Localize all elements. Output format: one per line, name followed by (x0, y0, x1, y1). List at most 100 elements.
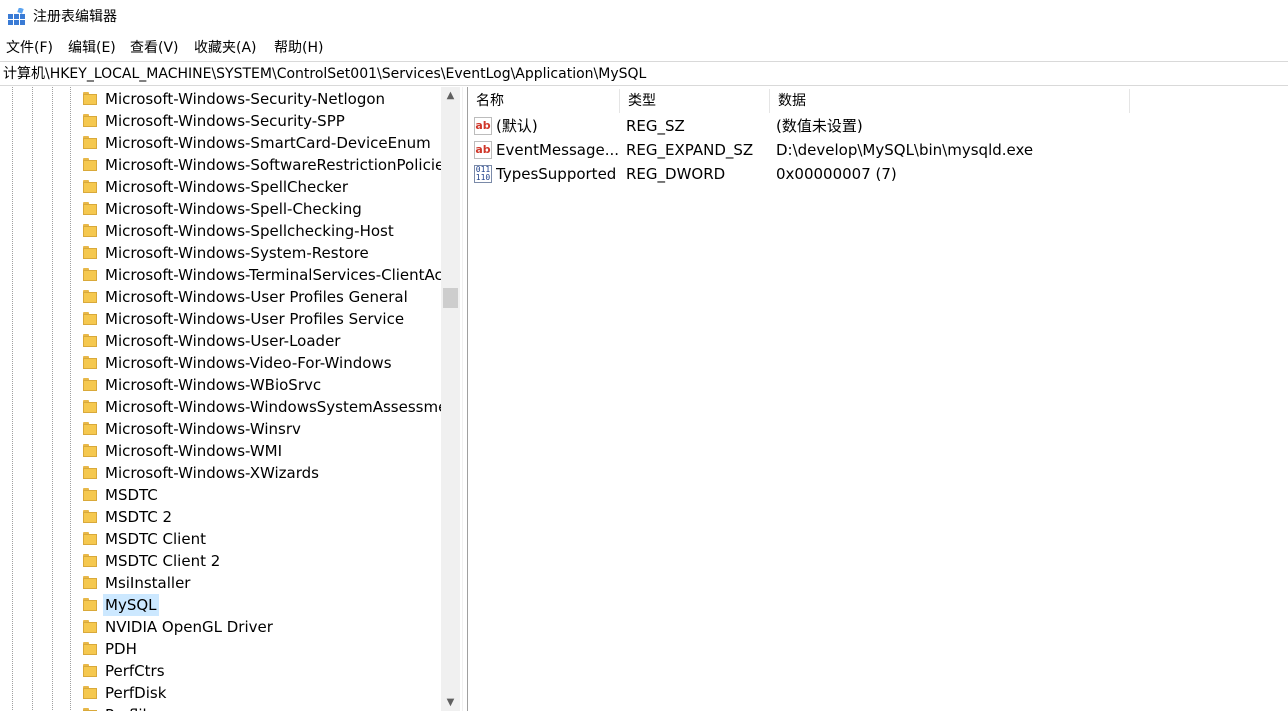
scroll-down-icon[interactable]: ▼ (441, 694, 460, 711)
tree-item-label: Microsoft-Windows-Spell-Checking (105, 200, 362, 218)
tree-item[interactable]: PerfCtrs (0, 660, 441, 682)
folder-icon (83, 620, 97, 633)
menu-file[interactable]: 文件(F) (6, 37, 53, 59)
folder-icon (83, 532, 97, 545)
value-data: 0x00000007 (7) (776, 165, 897, 183)
value-data: (数值未设置) (776, 117, 863, 135)
folder-icon (83, 664, 97, 677)
value-row[interactable]: ab EventMessage... REG_EXPAND_SZ D:\develop… (468, 138, 1288, 162)
value-type: REG_EXPAND_SZ (626, 141, 754, 159)
folder-icon (83, 422, 97, 435)
tree-item-label: Microsoft-Windows-WMI (105, 442, 283, 460)
tree-item[interactable]: Microsoft-Windows-System-Restore (0, 242, 441, 264)
tree-item-label: Microsoft-Windows-Security-Netlogon (105, 90, 386, 108)
tree-item[interactable]: Microsoft-Windows-XWizards (0, 462, 441, 484)
tree-item-label: Microsoft-Windows-WindowsSystemAssessmen… (105, 398, 441, 416)
folder-icon (83, 92, 97, 105)
folder-icon (83, 400, 97, 413)
tree-item[interactable]: Microsoft-Windows-SpellChecker (0, 176, 441, 198)
address-bar[interactable]: 计算机\HKEY_LOCAL_MACHINE\SYSTEM\ControlSet… (0, 61, 1288, 86)
column-data[interactable]: 数据 (770, 89, 1130, 113)
folder-icon (83, 444, 97, 457)
menu-help[interactable]: 帮助(H) (274, 37, 323, 59)
tree-item[interactable]: Microsoft-Windows-WindowsSystemAssessmen… (0, 396, 441, 418)
tree-item-label: Microsoft-Windows-WBioSrvc (105, 376, 322, 394)
tree-scrollbar[interactable]: ▲ ▼ (441, 87, 460, 711)
tree-item-label: Microsoft-Windows-TerminalServices-Clien… (105, 266, 441, 284)
tree-item-label: MySQL (103, 594, 159, 616)
tree-item[interactable]: Microsoft-Windows-Spell-Checking (0, 198, 441, 220)
value-type: REG_SZ (626, 117, 685, 135)
tree-item-label: Microsoft-Windows-User Profiles General (105, 288, 408, 306)
tree-item-label: Microsoft-Windows-User-Loader (105, 332, 341, 350)
tree-item[interactable]: Microsoft-Windows-WBioSrvc (0, 374, 441, 396)
registry-editor-icon (8, 8, 25, 25)
folder-icon (83, 598, 97, 611)
tree-item[interactable]: MSDTC Client (0, 528, 441, 550)
tree-item-label: MsiInstaller (105, 574, 191, 592)
tree-item[interactable]: Microsoft-Windows-Security-SPP (0, 110, 441, 132)
tree-item[interactable]: Microsoft-Windows-Video-For-Windows (0, 352, 441, 374)
tree-item[interactable]: MSDTC (0, 484, 441, 506)
tree-item[interactable]: Microsoft-Windows-Security-Netlogon (0, 88, 441, 110)
tree-item[interactable]: Microsoft-Windows-SmartCard-DeviceEnum (0, 132, 441, 154)
tree-item-label: Microsoft-Windows-XWizards (105, 464, 319, 482)
tree-item-label: Microsoft-Windows-SmartCard-DeviceEnum (105, 134, 431, 152)
folder-icon (83, 202, 97, 215)
value-list[interactable]: 名称 类型 数据 ab (默认) REG_SZ (数值未设置) ab EventMessa… (468, 87, 1288, 711)
tree-item-label: NVIDIA OpenGL Driver (105, 618, 273, 636)
value-data: D:\develop\MySQL\bin\mysqld.exe (776, 141, 1034, 159)
folder-icon (83, 510, 97, 523)
tree-item[interactable]: Microsoft-Windows-User Profiles Service (0, 308, 441, 330)
tree-item[interactable]: MSDTC 2 (0, 506, 441, 528)
address-path[interactable]: 计算机\HKEY_LOCAL_MACHINE\SYSTEM\ControlSet… (3, 63, 646, 85)
tree-item[interactable]: Microsoft-Windows-User Profiles General (0, 286, 441, 308)
tree-item[interactable]: PerfDisk (0, 682, 441, 704)
folder-icon (83, 642, 97, 655)
tree-item-label: Microsoft-Windows-Spellchecking-Host (105, 222, 394, 240)
key-tree[interactable]: Microsoft-Windows-Security-Netlogon Micro… (0, 87, 462, 711)
menu-bar: 文件(F) 编辑(E) 查看(V) 收藏夹(A) 帮助(H) (0, 37, 1288, 59)
scroll-thumb[interactable] (443, 288, 458, 308)
tree-item[interactable]: MSDTC Client 2 (0, 550, 441, 572)
folder-icon (83, 466, 97, 479)
folder-icon (83, 576, 97, 589)
tree-item-label: Microsoft-Windows-Video-For-Windows (105, 354, 392, 372)
folder-icon (83, 268, 97, 281)
title-bar: 注册表编辑器 (0, 0, 1288, 34)
tree-item-label: Microsoft-Windows-System-Restore (105, 244, 369, 262)
tree-list: Microsoft-Windows-Security-Netlogon Micro… (0, 88, 441, 711)
tree-item-label: MSDTC 2 (105, 508, 173, 526)
tree-item[interactable]: MsiInstaller (0, 572, 441, 594)
list-header: 名称 类型 数据 (468, 89, 1130, 113)
folder-icon (83, 158, 97, 171)
tree-item[interactable]: PDH (0, 638, 441, 660)
tree-item[interactable]: Microsoft-Windows-SoftwareRestrictionPol… (0, 154, 441, 176)
binary-value-icon: 011 110 (474, 165, 492, 183)
tree-item-label: PDH (105, 640, 137, 658)
tree-item[interactable]: MySQL (0, 594, 441, 616)
value-row[interactable]: 011 110 TypesSupported REG_DWORD 0x00000007… (468, 162, 1288, 186)
tree-item[interactable]: NVIDIA OpenGL Driver (0, 616, 441, 638)
tree-item-label: MSDTC (105, 486, 158, 504)
menu-edit[interactable]: 编辑(E) (68, 37, 116, 59)
column-type[interactable]: 类型 (620, 89, 770, 113)
tree-item-label: Microsoft-Windows-User Profiles Service (105, 310, 405, 328)
window-title: 注册表编辑器 (33, 9, 117, 25)
tree-item-label: Microsoft-Windows-Security-SPP (105, 112, 345, 130)
scroll-up-icon[interactable]: ▲ (441, 87, 460, 104)
menu-view[interactable]: 查看(V) (130, 37, 179, 59)
column-name[interactable]: 名称 (468, 89, 620, 113)
tree-item[interactable]: Microsoft-Windows-Winsrv (0, 418, 441, 440)
folder-icon (83, 224, 97, 237)
folder-icon (83, 290, 97, 303)
tree-item[interactable]: Perflib (0, 704, 441, 711)
value-row[interactable]: ab (默认) REG_SZ (数值未设置) (468, 114, 1288, 138)
folder-icon (83, 554, 97, 567)
tree-item[interactable]: Microsoft-Windows-WMI (0, 440, 441, 462)
tree-item[interactable]: Microsoft-Windows-TerminalServices-Clien… (0, 264, 441, 286)
menu-favorites[interactable]: 收藏夹(A) (194, 37, 257, 59)
tree-item[interactable]: Microsoft-Windows-Spellchecking-Host (0, 220, 441, 242)
tree-item-label: MSDTC Client 2 (105, 552, 221, 570)
tree-item[interactable]: Microsoft-Windows-User-Loader (0, 330, 441, 352)
